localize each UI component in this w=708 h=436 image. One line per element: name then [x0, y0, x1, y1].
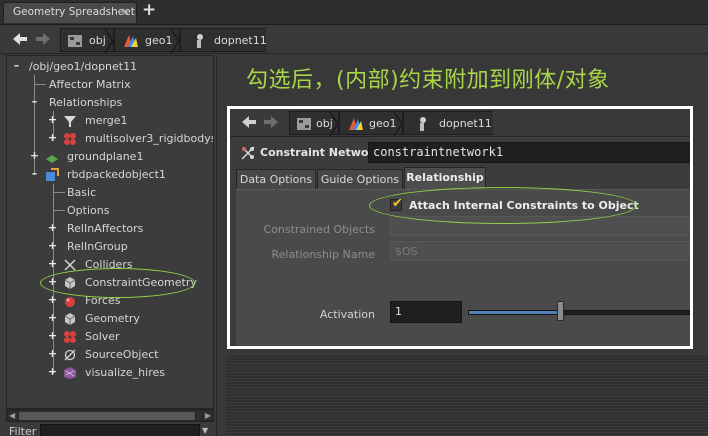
tab-label: Geometry Spreadsheet — [13, 6, 135, 18]
breadcrumb-separator — [170, 29, 180, 53]
tab-data-options[interactable]: Data Options — [236, 169, 316, 189]
expand-icon[interactable]: + — [47, 294, 58, 306]
breadcrumb-separator — [329, 112, 339, 136]
source-object-icon — [64, 349, 76, 361]
relationship-name-field[interactable]: $OS — [390, 241, 690, 261]
merge-icon — [64, 116, 76, 127]
checkmark-icon: ✔ — [392, 196, 403, 211]
scroll-left-icon[interactable]: ◀ — [9, 411, 15, 420]
close-icon[interactable]: × — [121, 5, 130, 18]
geometry-icon — [64, 313, 76, 325]
expand-icon[interactable]: + — [47, 312, 58, 324]
expand-icon[interactable]: + — [47, 330, 58, 342]
constrained-objects-label: Constrained Objects — [263, 223, 375, 236]
node-type-label: Constraint Network — [260, 146, 382, 159]
collapse-icon[interactable]: – — [29, 96, 40, 108]
activation-slider[interactable] — [468, 310, 690, 315]
forward-arrow-icon[interactable] — [261, 113, 281, 132]
network-path-bar: obj geo1 dopnet11 — [0, 26, 708, 54]
empty-pane-background — [226, 356, 708, 436]
data-tree: – /obj/geo1/dopnet11 Affector Matrix – R… — [6, 55, 214, 409]
inner-path-bar: obj geo1 dopnet11 — [230, 109, 690, 137]
geo-node-icon — [349, 118, 363, 130]
relationship-name-label: Relationship Name — [271, 248, 375, 261]
breadcrumb-geo1[interactable]: geo1 — [114, 28, 180, 53]
expand-icon[interactable]: + — [47, 114, 58, 126]
back-arrow-icon[interactable] — [10, 30, 30, 49]
forces-icon — [65, 297, 75, 307]
breadcrumb-dopnet11[interactable]: dopnet11 — [403, 111, 493, 135]
filter-label: Filter — [9, 425, 37, 436]
parameter-panel-highlight: obj geo1 dopnet11 Constraint Network con… — [227, 106, 693, 349]
filter-input[interactable] — [40, 424, 200, 436]
expand-icon[interactable]: + — [47, 276, 58, 288]
breadcrumb-obj[interactable]: obj — [289, 111, 339, 136]
pane-tab-bar: Geometry Spreadsheet × + — [0, 0, 708, 25]
breadcrumb-separator — [104, 29, 114, 53]
collapse-icon[interactable]: – — [29, 168, 40, 180]
solver-icon — [64, 133, 76, 145]
tab-relationship[interactable]: Relationship — [404, 167, 486, 189]
slider-fill — [469, 311, 557, 314]
node-name-field[interactable]: constraintnetwork1 — [368, 142, 690, 163]
forward-arrow-icon[interactable] — [33, 30, 53, 49]
dopnet-icon — [197, 34, 203, 48]
expand-icon[interactable]: + — [47, 258, 58, 270]
tab-guide-options[interactable]: Guide Options — [317, 169, 403, 189]
add-tab-icon[interactable]: + — [142, 0, 156, 20]
breadcrumb-separator — [393, 112, 403, 136]
visualize-icon — [64, 367, 76, 379]
expand-icon[interactable]: + — [47, 240, 58, 252]
expand-icon[interactable]: + — [29, 150, 40, 162]
rbd-object-icon — [46, 168, 59, 181]
checkbox[interactable]: ✔ — [390, 196, 403, 211]
scrollbar-thumb[interactable] — [19, 412, 195, 420]
scroll-right-icon[interactable]: ▶ — [205, 411, 211, 420]
geo-node-icon — [124, 35, 138, 47]
tab-geometry-spreadsheet[interactable]: Geometry Spreadsheet × — [3, 2, 137, 23]
tree-line — [53, 192, 65, 193]
obj-network-icon — [297, 118, 311, 130]
back-arrow-icon[interactable] — [239, 113, 259, 132]
expand-icon[interactable]: + — [47, 366, 58, 378]
checkbox-label: Attach Internal Constraints to Object — [409, 199, 639, 212]
collapse-icon[interactable]: – — [11, 60, 22, 72]
dopnet-icon — [420, 117, 426, 131]
breadcrumb-obj[interactable]: obj — [60, 28, 114, 53]
expand-icon[interactable]: + — [47, 222, 58, 234]
annotation-caption: 勾选后，(内部)约束附加到刚体/对象 — [246, 68, 610, 93]
collider-icon — [64, 259, 76, 271]
constraint-network-icon — [241, 146, 255, 160]
activation-label: Activation — [319, 308, 375, 321]
tab-body — [236, 189, 690, 346]
filter-dropdown-icon[interactable]: ▼ — [202, 426, 208, 435]
tree-line — [34, 84, 46, 85]
breadcrumb-geo1[interactable]: geo1 — [339, 111, 403, 136]
obj-network-icon — [68, 35, 82, 47]
tree-horizontal-scrollbar[interactable]: ◀ ▶ — [6, 409, 214, 422]
constrained-objects-field[interactable] — [390, 216, 690, 236]
activation-field[interactable]: 1 — [390, 301, 462, 323]
tree-line — [53, 210, 65, 211]
solver-icon — [64, 331, 76, 343]
constraint-geo-icon — [64, 277, 76, 289]
groundplane-icon — [46, 155, 58, 163]
expand-icon[interactable]: + — [47, 132, 58, 144]
breadcrumb-dopnet11[interactable]: dopnet11 — [180, 28, 267, 52]
slider-thumb[interactable] — [557, 301, 564, 321]
expand-icon[interactable]: + — [47, 348, 58, 360]
node-header: Constraint Network constraintnetwork1 — [230, 139, 690, 165]
